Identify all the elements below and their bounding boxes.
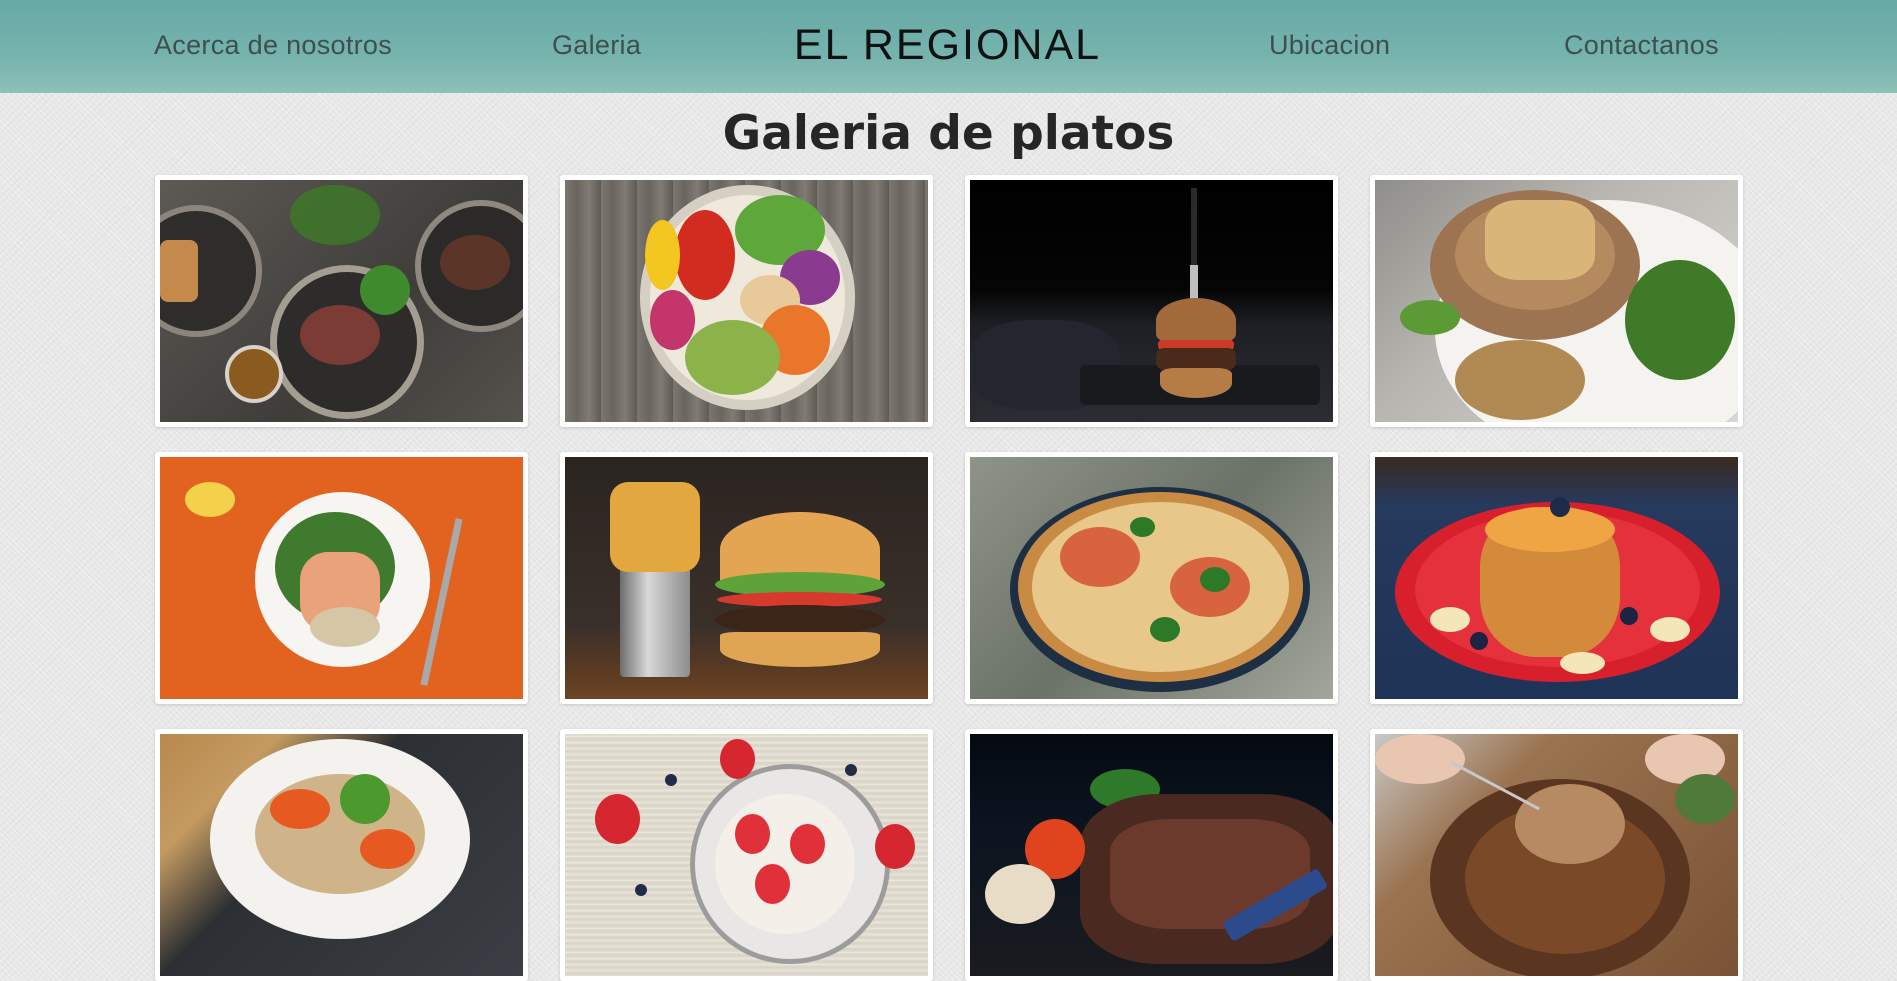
nav-link-contact[interactable]: Contactanos xyxy=(1564,25,1719,65)
gallery-photo-6[interactable] xyxy=(560,452,933,704)
gallery-photo-3[interactable] xyxy=(965,175,1338,427)
gallery-photo-10[interactable] xyxy=(560,729,933,981)
navbar: Acerca de nosotros Galeria EL REGIONAL U… xyxy=(0,0,1897,93)
gallery-photo-4[interactable] xyxy=(1370,175,1743,427)
brand-logo[interactable]: EL REGIONAL xyxy=(740,18,1155,72)
photo-gallery xyxy=(155,175,1745,981)
gallery-photo-2[interactable] xyxy=(560,175,933,427)
gallery-photo-12[interactable] xyxy=(1370,729,1743,981)
nav-link-gallery[interactable]: Galeria xyxy=(552,25,641,65)
page-title: Galeria de platos xyxy=(722,106,1175,161)
gallery-photo-5[interactable] xyxy=(155,452,528,704)
nav-link-location[interactable]: Ubicacion xyxy=(1269,25,1390,65)
gallery-photo-1[interactable] xyxy=(155,175,528,427)
gallery-photo-9[interactable] xyxy=(155,729,528,981)
gallery-photo-7[interactable] xyxy=(965,452,1338,704)
gallery-photo-8[interactable] xyxy=(1370,452,1743,704)
gallery-photo-11[interactable] xyxy=(965,729,1338,981)
nav-link-about[interactable]: Acerca de nosotros xyxy=(154,25,392,65)
